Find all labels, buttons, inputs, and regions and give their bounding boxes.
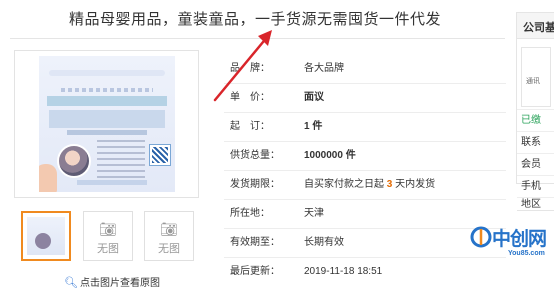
shipping-days: 3 [386, 179, 393, 190]
row-divider [224, 228, 506, 229]
sidebar-item-contact[interactable]: 联系 [517, 131, 554, 153]
row-divider [224, 141, 506, 142]
page-title: 精品母婴用品，童装童品，一手货源无需囤货一件代发 [68, 11, 441, 28]
detail-label: 有效期至： [230, 237, 280, 248]
title-divider [10, 38, 505, 39]
detail-label: 供货总量： [230, 150, 280, 161]
company-sidebar: 公司基 通讯 已缴 联系 会员 手机 地区 [516, 12, 554, 211]
validity-value: 长期有效 [304, 237, 344, 248]
watermark-subtext: You85.com [508, 250, 545, 257]
cartoon-girl-icon [39, 164, 57, 192]
camera-icon: 📷︎ [99, 221, 117, 237]
product-poster [39, 56, 175, 192]
poster-header-bar [49, 70, 165, 76]
detail-label: 所在地： [230, 208, 270, 219]
detail-value: 各大品牌 [304, 63, 344, 74]
sidebar-box-label: 通讯 [526, 78, 540, 85]
site-watermark: 中创网 You85.com [470, 226, 552, 266]
poster-avatar [57, 144, 91, 178]
moq-value: 1 件 [304, 121, 323, 132]
detail-label: 最后更新： [230, 266, 280, 277]
detail-label: 起 订： [230, 121, 270, 132]
sidebar-item-verified[interactable]: 已缴 [517, 109, 554, 131]
poster-footer-bar [77, 180, 147, 185]
poster-stripe-small [67, 130, 147, 135]
shipping-prefix: 自买家付款之日起 [304, 179, 384, 190]
row-divider [224, 83, 506, 84]
updated-value: 2019-11-18 18:51 [304, 266, 383, 277]
thumbnail-1[interactable] [21, 211, 71, 261]
row-divider [224, 112, 506, 113]
magnifier-icon: 🔍︎ [64, 277, 78, 289]
no-image-label: 无图 [158, 243, 180, 255]
main-product-image[interactable] [14, 50, 199, 198]
sidebar-image-box: 通讯 [521, 47, 551, 107]
sidebar-item-region[interactable]: 地区 [517, 197, 554, 211]
sidebar-item-member[interactable]: 会员 [517, 153, 554, 175]
thumbnail-image [27, 217, 65, 255]
supply-value: 1000000 件 [304, 150, 356, 161]
qr-code-icon [149, 144, 171, 166]
price-value: 面议 [304, 92, 324, 103]
camera-icon: 📷︎ [160, 221, 178, 237]
shipping-suffix: 天内发货 [395, 179, 436, 190]
detail-label: 品 牌： [230, 63, 270, 74]
watermark-logo-icon [470, 226, 492, 248]
thumbnail-2[interactable]: 📷︎ 无图 [83, 211, 133, 261]
shipping-value: 自买家付款之日起 3 天内发货 [304, 178, 435, 192]
location-value: 天津 [304, 208, 324, 219]
view-original-label: 点击图片查看原图 [79, 278, 160, 289]
poster-stripe [49, 110, 165, 128]
row-divider [224, 257, 506, 258]
sidebar-item-mobile[interactable]: 手机 [517, 175, 554, 197]
view-original-link[interactable]: 🔍︎ 点击图片查看原图 [64, 274, 160, 289]
poster-text-block [97, 140, 145, 182]
row-divider [224, 170, 506, 171]
sidebar-title: 公司基 [517, 13, 554, 39]
thumbnail-3[interactable]: 📷︎ 无图 [144, 211, 194, 261]
poster-dots [61, 88, 153, 92]
watermark-text: 中创网 [492, 228, 547, 250]
poster-band [47, 96, 167, 106]
detail-label: 单 价： [230, 92, 270, 103]
detail-label: 发货期限： [230, 179, 280, 190]
no-image-label: 无图 [97, 243, 119, 255]
row-divider [224, 199, 506, 200]
